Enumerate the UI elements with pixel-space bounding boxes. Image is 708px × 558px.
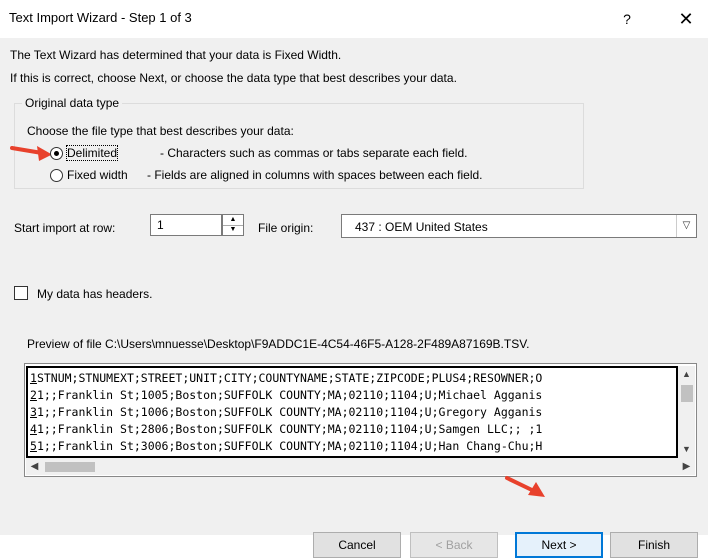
radio-fixed-width-description: - Fields are aligned in columns with spa…: [147, 168, 483, 182]
start-row-spinner[interactable]: ▲ ▼: [222, 214, 244, 236]
headers-checkbox[interactable]: [14, 286, 28, 300]
preview-row-text: STNUM;STNUMEXT;STREET;UNIT;CITY;COUNTYNA…: [36, 371, 543, 385]
preview-row-text: 1;;Franklin St;3006;Boston;SUFFOLK COUNT…: [36, 439, 543, 453]
preview-row: 21;;Franklin St;1005;Boston;SUFFOLK COUN…: [30, 387, 542, 404]
radio-delimited[interactable]: Delimited: [50, 144, 119, 162]
dialog-client-area: The Text Wizard has determined that your…: [0, 38, 708, 558]
file-origin-value: 437 : OEM United States: [355, 220, 488, 234]
preview-row-text: 1;;Franklin St;1005;Boston;SUFFOLK COUNT…: [36, 388, 543, 402]
radio-fixed-width[interactable]: Fixed width: [50, 166, 128, 184]
intro-line-2: If this is correct, choose Next, or choo…: [10, 71, 457, 85]
preview-pane[interactable]: 1STNUM;STNUMEXT;STREET;UNIT;CITY;COUNTYN…: [24, 363, 697, 477]
annotation-arrow-icon: [505, 476, 545, 497]
back-button[interactable]: < Back: [410, 532, 498, 558]
preview-row-number: 2: [30, 388, 37, 402]
headers-checkbox-label[interactable]: My data has headers.: [37, 287, 152, 301]
scroll-left-icon[interactable]: ◀: [26, 458, 43, 475]
radio-delimited-label[interactable]: Delimited: [65, 145, 119, 161]
start-row-input[interactable]: 1: [150, 214, 222, 236]
preview-row-number: 3: [30, 405, 37, 419]
scroll-right-icon[interactable]: ▶: [678, 458, 695, 475]
horizontal-scroll-thumb[interactable]: [45, 462, 95, 472]
preview-row-number: 5: [30, 439, 37, 453]
finish-button[interactable]: Finish: [610, 532, 698, 558]
preview-row: 1STNUM;STNUMEXT;STREET;UNIT;CITY;COUNTYN…: [30, 370, 542, 387]
annotation-arrow-icon: [10, 146, 52, 161]
preview-label: Preview of file C:\Users\mnuesse\Desktop…: [27, 337, 530, 351]
scroll-up-icon[interactable]: ▲: [678, 366, 695, 383]
close-button[interactable]: ✕: [672, 7, 700, 31]
preview-row-number: 1: [30, 371, 37, 385]
file-type-prompt: Choose the file type that best describes…: [27, 124, 294, 138]
window-title: Text Import Wizard - Step 1 of 3: [9, 10, 192, 25]
chevron-down-icon[interactable]: ▽: [676, 215, 696, 237]
preview-text-area[interactable]: 1STNUM;STNUMEXT;STREET;UNIT;CITY;COUNTYN…: [26, 366, 678, 458]
preview-row-text: 1;;Franklin St;2806;Boston;SUFFOLK COUNT…: [36, 422, 543, 436]
intro-line-1: The Text Wizard has determined that your…: [10, 48, 342, 62]
radio-delimited-description: - Characters such as commas or tabs sepa…: [160, 146, 468, 160]
next-button[interactable]: Next >: [515, 532, 603, 558]
radio-fixed-width-button[interactable]: [50, 168, 63, 182]
preview-vertical-scrollbar[interactable]: ▲ ▼: [678, 366, 695, 458]
file-origin-label: File origin:: [258, 221, 314, 235]
cancel-button[interactable]: Cancel: [313, 532, 401, 558]
preview-horizontal-scrollbar[interactable]: ◀ ▶: [26, 458, 695, 475]
preview-row: 31;;Franklin St;1006;Boston;SUFFOLK COUN…: [30, 404, 542, 421]
vertical-scroll-thumb[interactable]: [681, 385, 693, 402]
title-bar: Text Import Wizard - Step 1 of 3 ? ✕: [0, 0, 708, 38]
radio-delimited-button[interactable]: [50, 146, 63, 160]
help-button[interactable]: ?: [614, 7, 640, 31]
file-origin-select[interactable]: 437 : OEM United States ▽: [341, 214, 697, 238]
start-row-label: Start import at row:: [14, 221, 116, 235]
spin-down-icon[interactable]: ▼: [223, 225, 243, 235]
preview-row: 51;;Franklin St;3006;Boston;SUFFOLK COUN…: [30, 438, 542, 455]
preview-row-number: 4: [30, 422, 37, 436]
preview-row: 41;;Franklin St;2806;Boston;SUFFOLK COUN…: [30, 421, 542, 438]
preview-row-text: 1;;Franklin St;1006;Boston;SUFFOLK COUNT…: [36, 405, 543, 419]
group-legend: Original data type: [22, 96, 123, 110]
scroll-down-icon[interactable]: ▼: [678, 441, 695, 458]
radio-fixed-width-label[interactable]: Fixed width: [67, 168, 128, 182]
